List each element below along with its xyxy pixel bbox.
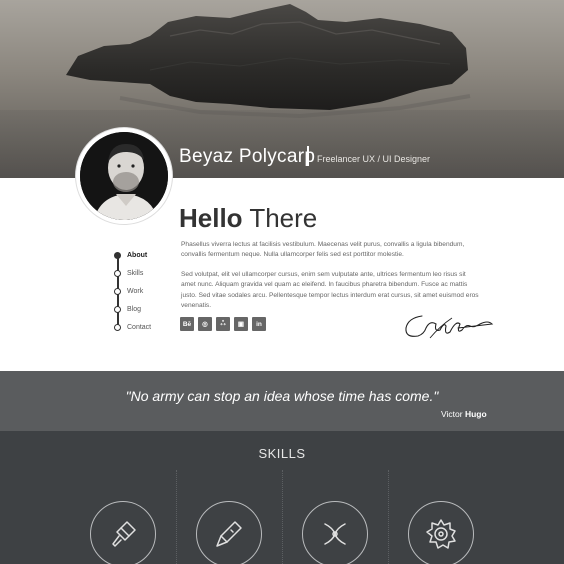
skills-title: SKILLS	[258, 446, 306, 461]
nav-dot	[114, 305, 121, 313]
instagram-icon[interactable]: ▣	[234, 317, 248, 331]
nav-label: Skills	[127, 269, 144, 277]
nav-label: Contact	[127, 323, 152, 331]
quote-author: Victor Hugo	[441, 409, 487, 419]
skill-saw-blade[interactable]	[408, 501, 474, 564]
author-first-name: Victor	[441, 409, 463, 419]
signature-image	[405, 315, 494, 339]
nav-dot	[114, 287, 121, 295]
myspace-icon[interactable]: ஃ	[216, 317, 230, 331]
heading-bold: Hello	[179, 203, 243, 233]
paintbrush-icon	[112, 521, 136, 547]
nav-item-blog[interactable]: Blog	[114, 303, 141, 315]
avatar	[76, 128, 172, 224]
nav-label: About	[127, 251, 148, 259]
name-divider	[307, 146, 309, 166]
about-paragraph-2: Sed volutpat, elit vel ullamcorper cursu…	[181, 271, 479, 309]
nav-dot	[114, 251, 121, 259]
profile-name: Beyaz Polycarp	[179, 146, 316, 167]
avatar-photo	[80, 132, 168, 220]
author-last-name: Hugo	[464, 409, 487, 419]
behance-icon[interactable]: Bē	[180, 317, 194, 331]
skill-pliers[interactable]	[302, 501, 368, 564]
linkedin-icon[interactable]: in	[252, 317, 266, 331]
heading-light: There	[242, 203, 318, 233]
quote-text: "No army can stop an idea whose time has…	[125, 388, 439, 404]
about-paragraph-1: Phasellus viverra lectus at facilisis ve…	[181, 241, 465, 259]
pliers-icon	[324, 523, 346, 545]
skill-separator	[388, 470, 389, 564]
nav-item-about[interactable]: About	[114, 249, 147, 261]
nav-dot	[114, 323, 121, 331]
skill-utility-knife[interactable]	[196, 501, 262, 564]
skill-separator	[282, 470, 283, 564]
profile-role: Freelancer UX / UI Designer	[317, 154, 431, 164]
nav-dot	[114, 269, 121, 277]
utility-knife-icon	[216, 521, 242, 547]
nav-label: Blog	[127, 305, 142, 313]
nav-item-contact[interactable]: Contact	[114, 321, 151, 333]
nav-item-skills[interactable]: Skills	[114, 267, 143, 279]
social-links: Bē ◎ ஃ ▣ in	[180, 317, 266, 331]
saw-blade-icon	[426, 519, 456, 549]
about-heading: Hello There	[179, 203, 317, 234]
skill-separator	[176, 470, 177, 564]
nav-label: Work	[127, 287, 144, 295]
skill-paintbrush[interactable]	[90, 501, 156, 564]
nav-item-work[interactable]: Work	[114, 285, 143, 297]
dribbble-icon[interactable]: ◎	[198, 317, 212, 331]
